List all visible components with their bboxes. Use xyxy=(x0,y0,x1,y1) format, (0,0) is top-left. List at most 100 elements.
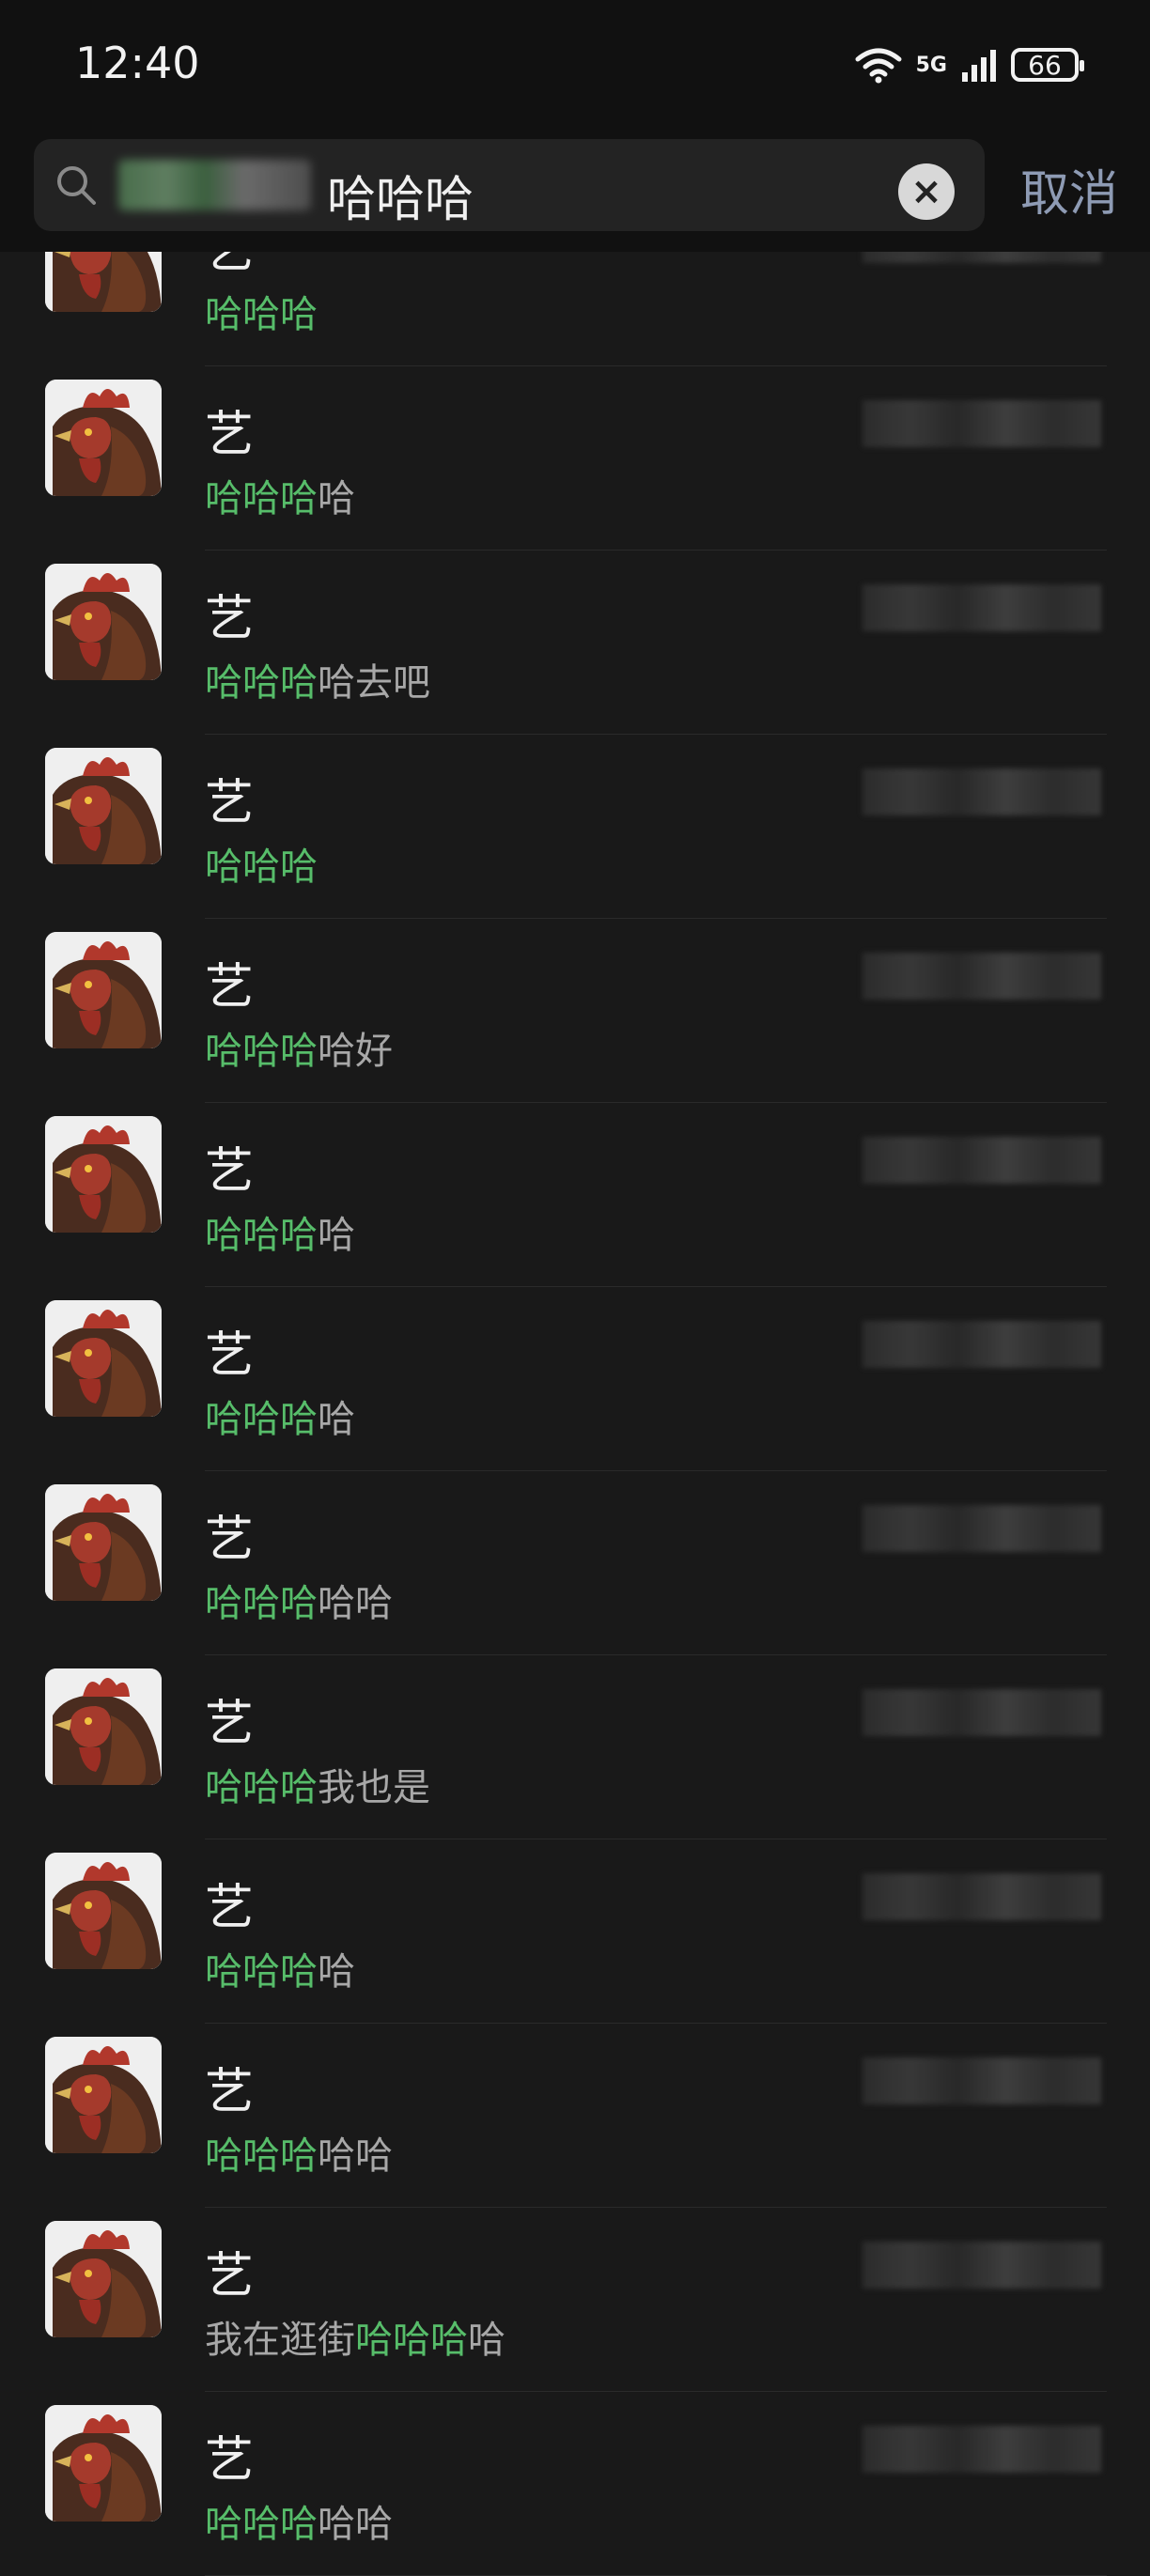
signal-icon xyxy=(962,50,996,82)
clear-icon[interactable]: × xyxy=(898,163,955,220)
status-time: 12:40 xyxy=(75,38,200,88)
message-time-redacted xyxy=(862,584,1101,631)
snippet-suffix: 哈 xyxy=(318,1398,355,1441)
message-snippet: 哈哈哈哈 xyxy=(205,1204,355,1259)
message-time-redacted xyxy=(862,1505,1101,1552)
search-result-item[interactable]: 艺 哈哈哈哈 xyxy=(0,366,1150,551)
search-query[interactable]: 哈哈哈 xyxy=(327,160,474,230)
message-time-redacted xyxy=(862,1321,1101,1368)
battery-level: 66 xyxy=(1028,49,1062,81)
snippet-match: 哈哈哈 xyxy=(205,1214,318,1257)
search-result-item[interactable]: 艺 哈哈哈 xyxy=(0,735,1150,919)
contact-name: 艺 xyxy=(205,591,255,647)
search-result-item[interactable]: 艺 哈哈哈哈哈 xyxy=(0,2024,1150,2208)
message-snippet: 哈哈哈 xyxy=(205,284,318,338)
search-result-item[interactable]: 艺 哈哈哈哈 xyxy=(0,1287,1150,1471)
message-time-redacted xyxy=(862,768,1101,815)
snippet-suffix: 哈哈 xyxy=(318,1582,393,1625)
contact-name: 艺 xyxy=(205,959,255,1016)
search-result-item[interactable]: 艺 哈哈哈哈哈 xyxy=(0,1471,1150,1655)
contact-name: 艺 xyxy=(205,407,255,463)
contact-name: 艺 xyxy=(205,2064,255,2120)
contact-name: 艺 xyxy=(205,1696,255,1752)
search-header: 哈哈哈 × 取消 xyxy=(0,132,1150,252)
snippet-suffix: 哈 xyxy=(318,477,355,520)
message-time-redacted xyxy=(862,2426,1101,2473)
message-snippet: 哈哈哈哈好 xyxy=(205,1020,393,1075)
rooster-avatar[interactable] xyxy=(45,2037,162,2153)
snippet-suffix: 我也是 xyxy=(318,1766,430,1809)
snippet-match: 哈哈哈 xyxy=(205,1766,318,1809)
message-snippet: 哈哈哈哈 xyxy=(205,1941,355,1995)
contact-name: 艺 xyxy=(205,1512,255,1568)
network-label: 5G xyxy=(915,53,947,77)
contact-name: 艺 xyxy=(205,775,255,831)
search-result-item[interactable]: 艺 哈哈哈哈去吧 xyxy=(0,551,1150,735)
message-snippet: 哈哈哈哈去吧 xyxy=(205,652,430,706)
status-bar: 12:40 5G 66 xyxy=(0,0,1150,132)
snippet-match: 哈哈哈 xyxy=(205,661,318,705)
message-snippet: 哈哈哈哈哈 xyxy=(205,2493,393,2548)
contact-name: 艺 xyxy=(205,1327,255,1384)
rooster-avatar[interactable] xyxy=(45,1300,162,1417)
snippet-suffix: 哈哈 xyxy=(318,2134,393,2178)
message-time-redacted xyxy=(862,1689,1101,1736)
message-snippet: 哈哈哈 xyxy=(205,836,318,891)
snippet-match: 哈哈哈 xyxy=(205,2503,318,2546)
message-snippet: 哈哈哈哈 xyxy=(205,468,355,522)
snippet-suffix: 哈去吧 xyxy=(318,661,430,705)
message-time-redacted xyxy=(862,2242,1101,2289)
rooster-avatar[interactable] xyxy=(45,932,162,1048)
message-time-redacted xyxy=(862,2057,1101,2104)
contact-name: 艺 xyxy=(205,2432,255,2489)
snippet-match: 哈哈哈 xyxy=(205,293,318,336)
snippet-suffix: 哈哈 xyxy=(318,2503,393,2546)
snippet-match: 哈哈哈 xyxy=(205,1582,318,1625)
message-time-redacted xyxy=(862,953,1101,1000)
rooster-avatar[interactable] xyxy=(45,380,162,496)
snippet-match: 哈哈哈 xyxy=(205,2134,318,2178)
message-time-redacted xyxy=(862,400,1101,447)
rooster-avatar[interactable] xyxy=(45,1668,162,1785)
snippet-match: 哈哈哈 xyxy=(205,1030,318,1073)
rooster-avatar[interactable] xyxy=(45,2405,162,2522)
message-snippet: 哈哈哈哈哈 xyxy=(205,1573,393,1627)
status-icons: 5G 66 xyxy=(854,43,1084,86)
snippet-suffix: 哈 xyxy=(318,1950,355,1994)
snippet-suffix: 哈 xyxy=(468,2319,505,2362)
message-snippet: 我在逛街哈哈哈哈 xyxy=(205,2309,505,2364)
search-results-list: 艺 哈哈哈 艺 哈哈哈哈 xyxy=(0,182,1150,2576)
rooster-avatar[interactable] xyxy=(45,1853,162,1969)
snippet-match: 哈哈哈 xyxy=(355,2319,468,2362)
cancel-button[interactable]: 取消 xyxy=(1020,154,1118,225)
wifi-icon xyxy=(855,48,902,84)
contact-name: 艺 xyxy=(205,1143,255,1200)
search-result-item[interactable]: 艺 哈哈哈哈好 xyxy=(0,919,1150,1103)
message-time-redacted xyxy=(862,1137,1101,1184)
contact-name: 艺 xyxy=(205,2248,255,2304)
snippet-suffix: 哈好 xyxy=(318,1030,393,1073)
search-result-item[interactable]: 艺 我在逛街哈哈哈哈 xyxy=(0,2208,1150,2392)
rooster-avatar[interactable] xyxy=(45,748,162,864)
search-result-item[interactable]: 艺 哈哈哈哈 xyxy=(0,1103,1150,1287)
search-result-item[interactable]: 艺 哈哈哈我也是 xyxy=(0,1655,1150,1839)
rooster-avatar[interactable] xyxy=(45,2221,162,2337)
search-result-item[interactable]: 艺 哈哈哈哈哈 xyxy=(0,2392,1150,2576)
snippet-prefix: 我在逛街 xyxy=(205,2319,355,2362)
message-time-redacted xyxy=(862,1873,1101,1920)
snippet-match: 哈哈哈 xyxy=(205,1398,318,1441)
search-filter-chip[interactable] xyxy=(118,160,311,210)
rooster-avatar[interactable] xyxy=(45,1484,162,1601)
battery-icon: 66 xyxy=(1011,48,1084,82)
search-icon xyxy=(57,166,96,205)
rooster-avatar[interactable] xyxy=(45,564,162,680)
search-input[interactable]: 哈哈哈 × xyxy=(34,139,985,231)
message-snippet: 哈哈哈哈哈 xyxy=(205,2125,393,2180)
message-snippet: 哈哈哈我也是 xyxy=(205,1757,430,1811)
search-result-item[interactable]: 艺 哈哈哈哈 xyxy=(0,1839,1150,2024)
snippet-suffix: 哈 xyxy=(318,1214,355,1257)
contact-name: 艺 xyxy=(205,1880,255,1936)
rooster-avatar[interactable] xyxy=(45,1116,162,1233)
message-snippet: 哈哈哈哈 xyxy=(205,1389,355,1443)
snippet-match: 哈哈哈 xyxy=(205,846,318,889)
